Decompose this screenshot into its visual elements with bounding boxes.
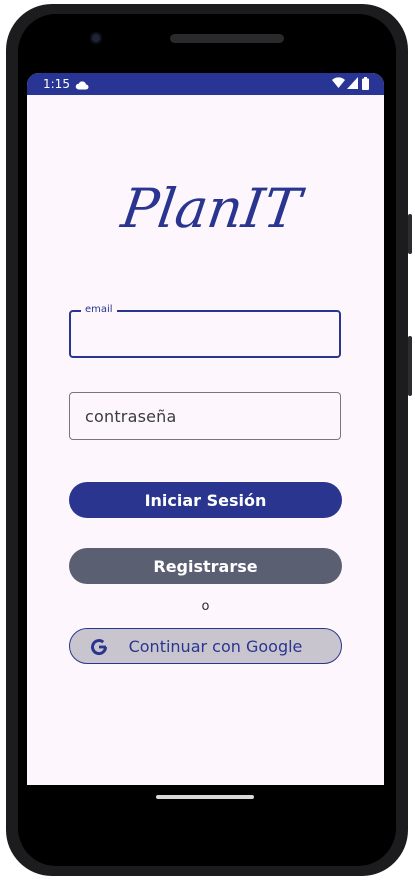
cloud-icon	[75, 78, 89, 93]
power-button	[408, 214, 412, 254]
register-button-label: Registrarse	[153, 556, 258, 576]
volume-button	[408, 336, 412, 396]
navigation-bar	[27, 785, 384, 815]
password-placeholder: contraseña	[85, 407, 177, 426]
app-screen: 1:15 PlanIT email contraseña Iniciar Ses…	[27, 73, 384, 785]
login-button[interactable]: Iniciar Sesión	[69, 482, 342, 518]
google-icon	[90, 638, 108, 660]
status-time: 1:15	[43, 77, 70, 91]
planit-logo: PlanIT	[116, 177, 305, 240]
earpiece-speaker	[170, 34, 284, 43]
app-logo: PlanIT	[27, 173, 384, 243]
front-camera	[90, 32, 102, 44]
signal-icon	[347, 77, 358, 92]
battery-icon	[362, 77, 369, 93]
status-bar: 1:15	[27, 73, 384, 95]
or-separator: o	[201, 599, 210, 614]
home-indicator[interactable]	[156, 795, 254, 799]
google-signin-button[interactable]: Continuar con Google	[69, 628, 342, 664]
register-button[interactable]: Registrarse	[69, 548, 342, 584]
google-button-label: Continuar con Google	[128, 636, 303, 656]
email-label: email	[81, 304, 117, 315]
password-field[interactable]: contraseña	[69, 392, 341, 440]
wifi-icon	[332, 77, 345, 92]
email-field[interactable]: email	[69, 304, 341, 358]
login-button-label: Iniciar Sesión	[144, 490, 267, 510]
svg-text:PlanIT: PlanIT	[116, 177, 305, 240]
